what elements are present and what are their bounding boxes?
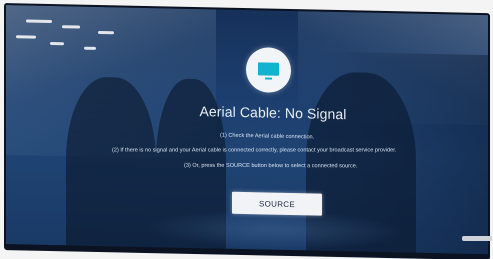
tv-stand	[462, 236, 492, 241]
instruction-line-2: (2) If there is no signal and your Aeria…	[111, 147, 397, 154]
ceiling-light-reflection	[84, 46, 96, 50]
ceiling-light-reflection	[16, 35, 36, 39]
tv-screen: Aerial Cable: No Signal (1) Check the Ae…	[6, 5, 488, 255]
tv-stand-glyph	[265, 77, 272, 80]
instruction-line-3: (3) Or, press the SOURCE button below to…	[183, 162, 358, 170]
tv-screen-glyph	[258, 62, 279, 76]
instruction-line-1: (1) Check the Aerial cable connection.	[220, 132, 315, 141]
ceiling-light-reflection	[98, 30, 114, 35]
ceiling-light-reflection	[62, 25, 80, 29]
ceiling-light-reflection	[50, 41, 64, 46]
tv-icon	[246, 47, 291, 94]
person-reflection	[66, 76, 156, 255]
source-button[interactable]: SOURCE	[232, 191, 322, 216]
photo: Aerial Cable: No Signal (1) Check the Ae…	[0, 0, 493, 259]
ceiling-light-reflection	[26, 19, 52, 24]
television: Aerial Cable: No Signal (1) Check the Ae…	[4, 3, 490, 259]
